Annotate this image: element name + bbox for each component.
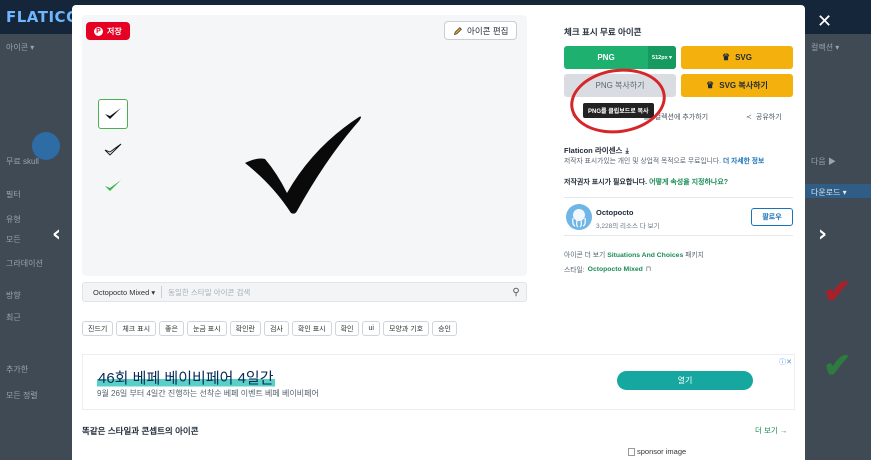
bg-red-check-icon: ✔: [823, 273, 852, 311]
bg-right-item: 다운로드 ▾: [811, 188, 847, 197]
sponsor-image: sponsor image: [628, 447, 686, 456]
style-link[interactable]: Octopocto Mixed: [588, 266, 643, 273]
edit-pencil-icon: [453, 26, 462, 35]
crown-icon: ♛: [706, 80, 715, 90]
arrow-left-icon[interactable]: ‹: [52, 222, 61, 247]
check-mark-large-icon: [245, 116, 361, 214]
ad-subtitle: 9월 26일 부터 4일간 진행하는 선착순 베페 이벤트 베페 베이비페어: [97, 389, 319, 398]
thumbnail-black-check[interactable]: [98, 99, 128, 129]
share-button[interactable]: ≺ 공유하기: [746, 112, 782, 122]
same-style-search-bar: Octopocto Mixed ▾ 동일한 스타일 아이콘 검색 ⚲: [82, 282, 527, 302]
tag-list: 진드기 체크 표시 좋은 눈금 표시 확인란 검사 확인 표시 확인 ui 모양…: [82, 321, 457, 336]
license-desc-text: 저작자 표시가있는 개인 및 상업적 목적으로 무료입니다.: [564, 158, 722, 165]
pack-link[interactable]: Situations And Choices: [607, 252, 683, 259]
pack-info: 아이콘 더 보기 Situations And Choices 패키지: [564, 249, 704, 259]
style-prefix: 스타일:: [564, 267, 585, 274]
ad-banner[interactable]: 46회 베페 베이비페어 4일간 9월 26일 부터 4일간 진행하는 선착순 …: [82, 354, 795, 410]
attribution-link[interactable]: 어떻게 속성을 지정하나요?: [649, 179, 728, 186]
tag-item[interactable]: 승인: [432, 321, 457, 336]
copy-svg-button[interactable]: ♛ SVG 복사하기: [681, 74, 793, 97]
save-label: 저장: [107, 26, 122, 36]
edit-label: 아이콘 편집: [467, 25, 509, 36]
ad-close-icon[interactable]: ⓘ✕: [779, 357, 792, 367]
license-description: 저작자 표시가있는 개인 및 상업적 목적으로 무료입니다. 더 자세한 정보: [564, 155, 764, 165]
bg-left-item: 그라데이션: [6, 259, 43, 268]
icon-detail-modal: P 저장 아이콘 편집 Octopocto Mixed ▾ 동일한 스타일 아이…: [72, 5, 805, 460]
icon-preview-area: P 저장 아이콘 편집: [82, 15, 527, 276]
pack-suffix: 패키지: [685, 252, 704, 259]
style-info: 스타일: Octopocto Mixed ⊓: [564, 264, 651, 275]
license-more-link[interactable]: 더 자세한 정보: [723, 158, 764, 165]
bg-left-item: 추가한: [6, 365, 29, 374]
tag-item[interactable]: 확인: [334, 321, 360, 336]
bg-left-item: 무료 skull: [6, 157, 39, 166]
attribution-note: 저작권자 표시가 필요합니다. 어떻게 속성을 지정하나요?: [564, 177, 728, 187]
check-icon: [105, 108, 121, 119]
bg-left-item: 모든: [6, 235, 21, 244]
check-green-icon: [105, 180, 121, 191]
background-filter-sidebar: 아이콘 ▾ 무료 skull 필터 유형 모든 그라데이션 방향 최근 추가한 …: [0, 34, 72, 460]
png-label: PNG: [597, 53, 615, 62]
pinterest-save-button[interactable]: P 저장: [86, 22, 130, 40]
tag-item[interactable]: 확인 표시: [291, 321, 332, 336]
broken-image-icon: [628, 447, 635, 456]
avatar[interactable]: [566, 204, 592, 230]
author-name[interactable]: Octopocto: [596, 208, 634, 217]
close-icon[interactable]: ✕: [817, 11, 832, 32]
bookmark-icon[interactable]: ⊓: [646, 265, 651, 273]
tag-item[interactable]: 모양과 기호: [382, 321, 430, 336]
pinterest-icon: P: [94, 26, 103, 36]
tag-item[interactable]: 눈금 표시: [186, 321, 227, 336]
bg-left-item: 모든 정렬: [6, 391, 38, 400]
thumbnail-green-check[interactable]: [98, 171, 128, 201]
bg-left-item: 필터: [6, 190, 21, 199]
share-icon: ≺: [746, 114, 752, 121]
ad-open-button[interactable]: 열기: [617, 371, 753, 390]
style-selector[interactable]: Octopocto Mixed ▾: [83, 288, 161, 297]
pack-prefix: 아이콘 더 보기: [564, 252, 606, 259]
bg-left-item: 아이콘 ▾: [6, 43, 35, 52]
arrow-right-icon[interactable]: ›: [818, 222, 827, 247]
bg-green-check-icon: ✔: [823, 347, 852, 385]
bg-left-item: 최근: [6, 313, 21, 322]
png-download-button[interactable]: PNG 512px ▾: [564, 46, 676, 69]
tag-item[interactable]: ui: [362, 321, 380, 336]
tag-item[interactable]: 확인란: [229, 321, 261, 336]
tag-item[interactable]: 검사: [263, 321, 289, 336]
background-right-column: 컬렉션 ▾ 다음 ▶ 다운로드 ▾ ✔ ✔: [805, 34, 871, 460]
tag-item[interactable]: 체크 표시: [116, 321, 157, 336]
follow-button[interactable]: 팔로우: [751, 208, 793, 226]
more-link[interactable]: 더 보기 →: [755, 425, 787, 436]
tag-item[interactable]: 진드기: [82, 321, 114, 336]
download-icon: ⤓: [625, 145, 629, 155]
author-card: Octopocto 3,228의 리소스 다 보기 팔로우: [564, 197, 793, 236]
thumbnail-outline-check[interactable]: [98, 135, 128, 165]
svg-label: SVG: [735, 53, 752, 62]
attribution-text: 저작권자 표시가 필요합니다.: [564, 179, 648, 186]
bg-left-item: 방향: [6, 291, 21, 300]
search-input[interactable]: 동일한 스타일 아이콘 검색: [162, 287, 506, 298]
bg-right-item: 다음 ▶: [811, 157, 836, 166]
tag-item[interactable]: 좋은: [159, 321, 184, 336]
ad-title: 46회 베페 베이비페어 4일간: [97, 367, 275, 388]
png-size-dropdown[interactable]: 512px ▾: [648, 46, 676, 69]
share-label: 공유하기: [755, 114, 782, 121]
similar-icons-title: 똑같은 스타일과 콘셉트의 아이콘: [82, 426, 199, 436]
edit-icon-button[interactable]: 아이콘 편집: [444, 21, 518, 40]
octopus-icon: [572, 209, 586, 228]
copy-svg-label: SVG 복사하기: [719, 81, 768, 90]
bg-right-item: 컬렉션 ▾: [811, 43, 840, 52]
crown-icon: ♛: [722, 52, 731, 62]
sponsor-label: sponsor image: [637, 447, 687, 456]
check-outline-icon: [104, 143, 122, 156]
search-icon[interactable]: ⚲: [506, 287, 526, 298]
author-resource-count[interactable]: 3,228의 리소스 다 보기: [596, 220, 660, 230]
bg-left-item: 유형: [6, 215, 21, 224]
icon-title: 체크 표시 무료 아이콘: [564, 27, 642, 37]
svg-download-button[interactable]: ♛ SVG: [681, 46, 793, 69]
add-collection-label: 컬렉션에 추가하기: [654, 114, 709, 121]
